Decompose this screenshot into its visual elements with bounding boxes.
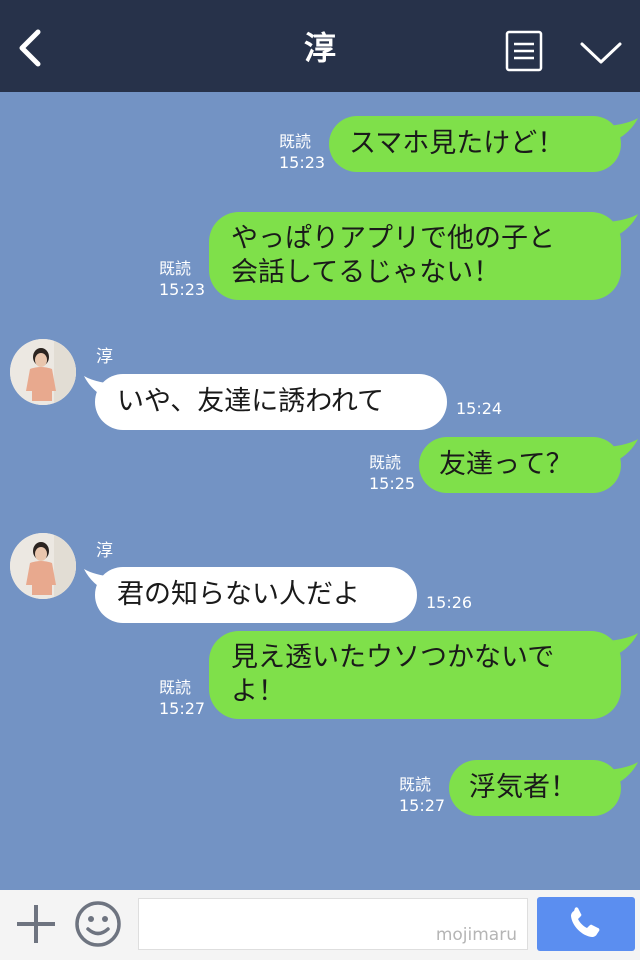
bubble-tail [608, 214, 638, 238]
bubble-tail [608, 762, 638, 786]
attach-button[interactable] [14, 902, 58, 946]
collapse-button[interactable] [578, 38, 624, 68]
read-receipt: 既読 [159, 678, 192, 697]
message-time: 15:27 [399, 796, 446, 815]
contact-avatar[interactable] [10, 533, 76, 599]
message-text: 友達って？ [439, 449, 573, 480]
received-message-bubble[interactable]: 君の知らない人だよ [95, 567, 417, 623]
message-meta: 既読 15:27 [399, 774, 445, 816]
smiley-icon [75, 901, 121, 947]
sent-message-bubble[interactable]: 見え透いたウソつかないで よ！ [209, 631, 621, 719]
sent-message-bubble[interactable]: 友達って？ [419, 437, 621, 493]
chat-title: 淳 [303, 29, 336, 67]
message-meta: 既読 15:25 [369, 452, 415, 494]
chevron-down-icon [580, 42, 622, 64]
read-receipt: 既読 [369, 453, 402, 472]
sender-name: 淳 [96, 347, 113, 367]
message-input[interactable]: mojimaru [138, 898, 528, 950]
sent-message-bubble[interactable]: やっぱりアプリで他の子と 会話してるじゃない！ [209, 212, 621, 300]
read-receipt: 既読 [159, 259, 192, 278]
sender-name: 淳 [96, 541, 113, 561]
sent-message-bubble[interactable]: 浮気者！ [449, 760, 621, 816]
message-text-line: 会話してるじゃない！ [231, 257, 501, 288]
message-text-line: やっぱりアプリで他の子と [231, 223, 555, 254]
read-receipt: 既読 [279, 132, 312, 151]
bubble-tail [608, 118, 638, 142]
contact-avatar[interactable] [10, 339, 76, 405]
phone-icon [571, 907, 600, 937]
message-text: 浮気者！ [469, 772, 577, 803]
message-text: 君の知らない人だよ [117, 579, 360, 610]
message-meta: 既読 15:23 [159, 258, 205, 300]
menu-button[interactable] [505, 30, 543, 74]
message-time: 15:23 [159, 280, 206, 299]
emoji-button[interactable] [74, 900, 122, 948]
watermark-text: mojimaru [435, 925, 517, 945]
message-meta: 既読 15:23 [279, 131, 325, 173]
plus-icon [17, 905, 55, 943]
bubble-tail [608, 439, 638, 463]
sent-message-bubble[interactable]: スマホ見たけど！ [329, 116, 621, 172]
message-text: スマホ見たけど！ [349, 128, 565, 159]
message-text: いや、友達に誘われて [117, 386, 385, 417]
chat-header: 淳 [0, 0, 640, 92]
message-time: 15:27 [159, 699, 206, 718]
message-time: 15:23 [279, 153, 326, 172]
call-button[interactable] [537, 897, 635, 951]
message-time: 15:25 [369, 474, 416, 493]
message-time: 15:26 [426, 593, 473, 612]
avatar-image [10, 533, 76, 599]
message-text-line: 見え透いたウソつかないで [231, 642, 555, 673]
message-meta: 既読 15:27 [159, 677, 205, 719]
received-message-bubble[interactable]: いや、友達に誘われて [95, 374, 447, 430]
message-text-line: よ！ [231, 676, 285, 707]
menu-icon [505, 30, 543, 72]
message-time: 15:24 [456, 399, 503, 418]
read-receipt: 既読 [399, 775, 432, 794]
bubble-tail [608, 633, 638, 657]
avatar-image [10, 339, 76, 405]
